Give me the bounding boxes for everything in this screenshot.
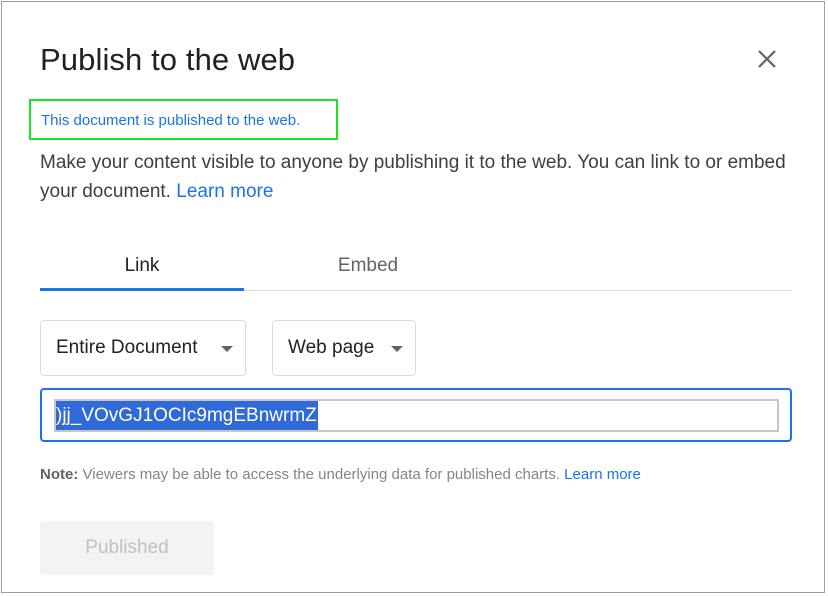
- close-icon: [758, 50, 776, 68]
- note-label: Note:: [40, 466, 79, 483]
- published-status-box: This document is published to the web.: [29, 99, 338, 140]
- note: Note: Viewers may be able to access the …: [40, 466, 641, 483]
- published-url-input[interactable]: )jj_VOvGJ1OCIc9mgEBnwrmZ: [54, 399, 779, 432]
- tab-link[interactable]: Link: [40, 242, 244, 291]
- scope-dropdown-label: Entire Document: [56, 337, 198, 358]
- published-status-text: This document is published to the web.: [41, 112, 301, 129]
- published-button[interactable]: Published: [40, 521, 214, 575]
- published-url-text: )jj_VOvGJ1OCIc9mgEBnwrmZ: [56, 401, 318, 430]
- caret-down-icon: [391, 346, 403, 352]
- note-text: Viewers may be able to access the underl…: [82, 466, 561, 483]
- learn-more-link[interactable]: Learn more: [176, 181, 273, 202]
- scope-dropdown[interactable]: Entire Document: [40, 320, 246, 376]
- note-learn-more-link[interactable]: Learn more: [564, 466, 641, 483]
- close-button[interactable]: [752, 44, 782, 74]
- tab-embed[interactable]: Embed: [266, 242, 470, 290]
- description-text: Make your content visible to anyone by p…: [40, 152, 786, 202]
- dialog-description: Make your content visible to anyone by p…: [40, 148, 800, 206]
- format-dropdown-label: Web page: [288, 337, 375, 358]
- publish-dialog: Publish to the web This document is publ…: [1, 1, 825, 593]
- format-dropdown[interactable]: Web page: [272, 320, 416, 376]
- dialog-title: Publish to the web: [40, 42, 296, 77]
- tab-bar: Link Embed: [40, 242, 792, 291]
- published-url-field[interactable]: )jj_VOvGJ1OCIc9mgEBnwrmZ: [40, 388, 792, 442]
- caret-down-icon: [221, 346, 233, 352]
